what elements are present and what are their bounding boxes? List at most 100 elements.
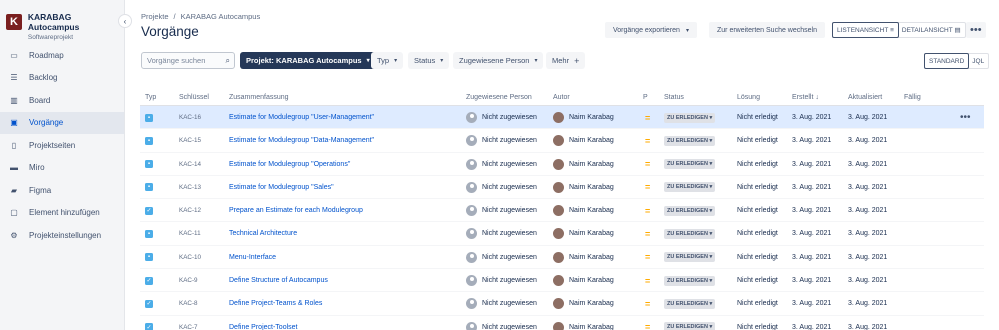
- assignee-cell: Nicht zugewiesen: [466, 106, 537, 129]
- col-type[interactable]: Typ: [145, 94, 156, 101]
- issue-key[interactable]: KAC-7: [179, 316, 198, 330]
- issue-summary-link[interactable]: Estimate for Modulegroup "Sales": [229, 176, 334, 199]
- assignee-filter-label: Zugewiesene Person: [459, 56, 530, 65]
- col-due[interactable]: Fällig: [904, 94, 921, 101]
- list-view-button[interactable]: LISTENANSICHT ≡: [832, 22, 899, 38]
- issue-key[interactable]: KAC-14: [179, 153, 201, 176]
- col-key[interactable]: Schlüssel: [179, 94, 209, 101]
- jql-mode-button[interactable]: JQL: [968, 54, 988, 68]
- sidebar-item-figma[interactable]: ▰ Figma: [0, 179, 124, 202]
- issue-summary-link[interactable]: Estimate for Modulegroup "Operations": [229, 153, 350, 176]
- issue-key[interactable]: KAC-12: [179, 199, 201, 222]
- status-badge[interactable]: ZU ERLEDIGEN ▾: [664, 112, 716, 123]
- chevron-down-icon: ▾: [709, 230, 713, 237]
- issue-summary-link[interactable]: Define Structure of Autocampus: [229, 269, 328, 292]
- status-badge[interactable]: ZU ERLEDIGEN ▾: [664, 275, 716, 286]
- status-cell: ZU ERLEDIGEN ▾: [664, 129, 716, 152]
- chevron-down-icon: ▾: [709, 300, 713, 307]
- col-resolution[interactable]: Lösung: [737, 94, 760, 101]
- status-badge[interactable]: ZU ERLEDIGEN ▾: [664, 205, 716, 216]
- sidebar-item-miro[interactable]: ▬ Miro: [0, 157, 124, 180]
- author-cell: Naim Karabag: [553, 153, 614, 176]
- page-title: Vorgänge: [141, 24, 199, 39]
- issue-summary-link[interactable]: Define Project-Teams & Roles: [229, 292, 322, 315]
- subtask-icon: ▪: [145, 253, 153, 262]
- advanced-search-button[interactable]: Zur erweiterten Suche wechseln: [709, 22, 825, 38]
- issue-summary-link[interactable]: Prepare an Estimate for each Modulegroup: [229, 199, 363, 222]
- figma-icon: ▰: [10, 185, 18, 195]
- col-assignee[interactable]: Zugewiesene Person: [466, 94, 532, 101]
- col-updated[interactable]: Aktualisiert: [848, 94, 882, 101]
- col-priority[interactable]: P: [643, 94, 648, 101]
- assignee-filter[interactable]: Zugewiesene Person ▾: [453, 52, 544, 69]
- table-row[interactable]: ✓ KAC-12 Prepare an Estimate for each Modu…: [140, 199, 984, 223]
- updated-cell: 3. Aug. 2021: [848, 323, 888, 330]
- table-row[interactable]: ▪ KAC-13 Estimate for Modulegroup "Sales" N…: [140, 176, 984, 200]
- status-badge[interactable]: ZU ERLEDIGEN ▾: [664, 298, 716, 309]
- project-filter[interactable]: Projekt: KARABAG Autocampus ▾: [240, 52, 376, 69]
- status-badge[interactable]: ZU ERLEDIGEN ▾: [664, 252, 716, 263]
- assignee-name: Nicht zugewiesen: [482, 183, 537, 191]
- table-row[interactable]: ✓ KAC-9 Define Structure of Autocampus Nich…: [140, 269, 984, 293]
- issue-key[interactable]: KAC-8: [179, 292, 198, 315]
- export-button[interactable]: Vorgänge exportieren ▾: [605, 22, 697, 38]
- assignee-cell: Nicht zugewiesen: [466, 316, 537, 330]
- status-label: ZU ERLEDIGEN: [667, 324, 708, 330]
- status-badge[interactable]: ZU ERLEDIGEN ▾: [664, 159, 716, 170]
- project-header[interactable]: K KARABAG Autocampus Softwareprojekt: [6, 12, 124, 41]
- issue-key[interactable]: KAC-10: [179, 246, 201, 269]
- standard-mode-button[interactable]: STANDARD: [924, 53, 970, 69]
- sidebar-item-vorgänge[interactable]: ▣ Vorgänge: [0, 111, 124, 134]
- sidebar-item-projekteinstellungen[interactable]: ⚙ Projekteinstellungen: [0, 224, 124, 247]
- chevron-left-icon[interactable]: ‹: [118, 14, 132, 28]
- more-options-button[interactable]: •••: [966, 22, 986, 38]
- issue-key[interactable]: KAC-11: [179, 222, 201, 245]
- table-row[interactable]: ▪ KAC-10 Menu-Interface Nicht zugewiesen Nai…: [140, 246, 984, 270]
- issue-key[interactable]: KAC-15: [179, 129, 201, 152]
- sidebar-item-projektseiten[interactable]: ▯ Projektseiten: [0, 134, 124, 157]
- table-row[interactable]: ▪ KAC-16 Estimate for Modulegroup "User-Ma…: [140, 106, 984, 130]
- col-status[interactable]: Status: [664, 94, 684, 101]
- issue-key[interactable]: KAC-13: [179, 176, 201, 199]
- breadcrumb-project[interactable]: KARABAG Autocampus: [181, 12, 261, 21]
- issue-key[interactable]: KAC-16: [179, 106, 201, 129]
- table-row[interactable]: ▪ KAC-15 Estimate for Modulegroup "Data-Ma…: [140, 129, 984, 153]
- status-filter[interactable]: Status ▾: [408, 52, 450, 69]
- created-cell: 3. Aug. 2021: [792, 300, 832, 308]
- detail-view-button[interactable]: DETAILANSICHT ▤: [898, 23, 965, 37]
- issue-key[interactable]: KAC-9: [179, 269, 198, 292]
- search-input[interactable]: Vorgänge suchen ⌕: [141, 52, 235, 69]
- status-badge[interactable]: ZU ERLEDIGEN ▾: [664, 228, 716, 239]
- table-row[interactable]: ▪ KAC-11 Technical Architecture Nicht zugew…: [140, 222, 984, 246]
- status-badge[interactable]: ZU ERLEDIGEN ▾: [664, 182, 716, 193]
- resolution-cell: Nicht erledigt: [737, 277, 778, 285]
- table-row[interactable]: ✓ KAC-7 Define Project-Toolset Nicht zugewi…: [140, 316, 984, 330]
- type-filter[interactable]: Typ ▾: [371, 52, 404, 69]
- status-badge[interactable]: ZU ERLEDIGEN ▾: [664, 322, 716, 330]
- subtask-icon: ▪: [145, 183, 153, 192]
- issue-summary-link[interactable]: Menu-Interface: [229, 246, 276, 269]
- unassigned-avatar-icon: [466, 181, 477, 193]
- updated-cell: 3. Aug. 2021: [848, 253, 888, 261]
- project-logo: K: [6, 14, 22, 30]
- issue-summary-link[interactable]: Technical Architecture: [229, 222, 297, 245]
- status-label: ZU ERLEDIGEN: [667, 230, 708, 237]
- col-created[interactable]: Erstellt ↓: [792, 94, 819, 101]
- sidebar-item-roadmap[interactable]: ▭ Roadmap: [0, 44, 124, 67]
- sidebar-item-label: Projektseiten: [29, 140, 76, 150]
- more-filters-button[interactable]: Mehr +: [546, 52, 586, 69]
- table-row[interactable]: ▪ KAC-14 Estimate for Modulegroup "Operati…: [140, 153, 984, 176]
- sidebar-item-board[interactable]: ▥ Board: [0, 89, 124, 112]
- sidebar-item-label: Miro: [29, 163, 45, 173]
- col-summary[interactable]: Zusammenfassung: [229, 94, 289, 101]
- issue-summary-link[interactable]: Estimate for Modulegroup "Data-Managemen…: [229, 129, 374, 152]
- status-badge[interactable]: ZU ERLEDIGEN ▾: [664, 135, 716, 146]
- col-author[interactable]: Autor: [553, 94, 570, 101]
- row-actions-icon[interactable]: •••: [960, 106, 971, 129]
- table-row[interactable]: ✓ KAC-8 Define Project-Teams & Roles Nicht …: [140, 292, 984, 316]
- sidebar-item-element-hinzufügen[interactable]: ▢ Element hinzufügen: [0, 202, 124, 225]
- issue-summary-link[interactable]: Define Project-Toolset: [229, 316, 297, 330]
- sidebar-item-backlog[interactable]: ☰ Backlog: [0, 67, 124, 90]
- issue-summary-link[interactable]: Estimate for Modulegroup "User-Managemen…: [229, 106, 374, 129]
- breadcrumb-projects[interactable]: Projekte: [141, 12, 169, 21]
